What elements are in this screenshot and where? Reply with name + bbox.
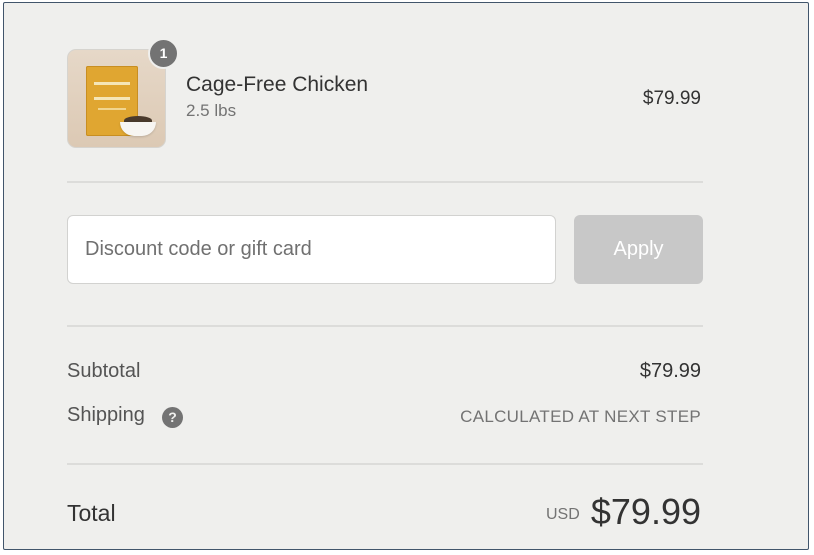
question-circle-icon[interactable]: ?: [162, 407, 183, 428]
shipping-value: CALCULATED AT NEXT STEP: [460, 407, 701, 426]
divider: [67, 181, 703, 183]
bag-stripe-graphic: [98, 108, 126, 110]
discount-code-input[interactable]: [67, 215, 556, 284]
divider: [67, 325, 703, 327]
quantity-badge: 1: [148, 38, 179, 69]
bag-label-graphic: [94, 82, 130, 100]
currency-code: USD: [546, 506, 580, 523]
total-value: $79.99: [590, 491, 701, 532]
order-summary-panel: 1 Cage-Free Chicken 2.5 lbs $79.99 Apply…: [3, 2, 809, 550]
apply-discount-button[interactable]: Apply: [574, 215, 703, 284]
subtotal-label: Subtotal: [67, 360, 141, 382]
product-price: $79.99: [642, 88, 701, 109]
product-name: Cage-Free Chicken: [186, 73, 369, 96]
divider: [67, 463, 703, 465]
shipping-label: Shipping: [67, 404, 145, 426]
product-variant: 2.5 lbs: [186, 101, 237, 120]
subtotal-value: $79.99: [639, 360, 701, 382]
total-label: Total: [67, 500, 116, 526]
